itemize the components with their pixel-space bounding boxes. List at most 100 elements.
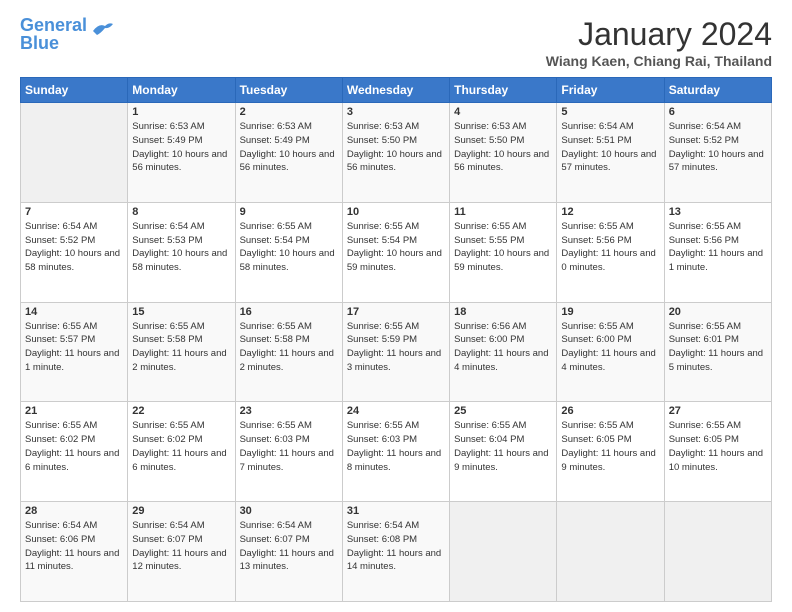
day-cell: 11Sunrise: 6:55 AMSunset: 5:55 PMDayligh… bbox=[450, 202, 557, 302]
sunrise-text: Sunrise: 6:55 AM bbox=[25, 321, 97, 332]
sunset-text: Sunset: 6:06 PM bbox=[25, 534, 95, 545]
sunset-text: Sunset: 5:54 PM bbox=[240, 235, 310, 246]
sunset-text: Sunset: 6:03 PM bbox=[240, 434, 310, 445]
day-cell: 15 Sunrise: 6:55 AM Sunset: 5:58 PM Dayligh… bbox=[128, 302, 235, 402]
header: GeneralBlue January 2024 Wiang Kaen, Chi… bbox=[20, 16, 772, 69]
day-number: 24 bbox=[347, 405, 445, 417]
day-cell: 30Sunrise: 6:54 AMSunset: 6:07 PMDayligh… bbox=[235, 502, 342, 602]
day-cell: 9Sunrise: 6:55 AMSunset: 5:54 PMDaylight… bbox=[235, 202, 342, 302]
sunset-text: Sunset: 6:08 PM bbox=[347, 534, 417, 545]
sunrise-text: Sunrise: 6:55 AM bbox=[454, 420, 526, 431]
day-number: 25 bbox=[454, 405, 552, 417]
day-number: 2 bbox=[240, 106, 338, 118]
day-number: 7 bbox=[25, 206, 123, 218]
sunset-text: Sunset: 5:52 PM bbox=[669, 135, 739, 146]
daylight-text: Daylight: 10 hours and 58 minutes. bbox=[25, 248, 120, 273]
day-cell: 24Sunrise: 6:55 AMSunset: 6:03 PMDayligh… bbox=[342, 402, 449, 502]
weekday-header-friday: Friday bbox=[557, 78, 664, 103]
sunset-text: Sunset: 5:52 PM bbox=[25, 235, 95, 246]
daylight-text: Daylight: 11 hours and 4 minutes. bbox=[561, 348, 655, 373]
daylight-text: Daylight: 10 hours and 56 minutes. bbox=[347, 149, 442, 174]
daylight-text: Daylight: 11 hours and 6 minutes. bbox=[25, 448, 119, 473]
sunrise-text: Sunrise: 6:53 AM bbox=[240, 121, 312, 132]
daylight-text: Daylight: 11 hours and 2 minutes. bbox=[240, 348, 334, 373]
day-number: 19 bbox=[561, 306, 659, 318]
day-cell: 10Sunrise: 6:55 AMSunset: 5:54 PMDayligh… bbox=[342, 202, 449, 302]
day-cell: 3Sunrise: 6:53 AMSunset: 5:50 PMDaylight… bbox=[342, 103, 449, 203]
sunrise-text: Sunrise: 6:55 AM bbox=[240, 420, 312, 431]
day-number: 15 bbox=[132, 306, 230, 318]
day-number: 4 bbox=[454, 106, 552, 118]
daylight-text: Daylight: 11 hours and 12 minutes. bbox=[132, 548, 226, 573]
daylight-text: Daylight: 11 hours and 1 minute. bbox=[25, 348, 119, 373]
day-cell: 28Sunrise: 6:54 AMSunset: 6:06 PMDayligh… bbox=[21, 502, 128, 602]
sunset-text: Sunset: 5:59 PM bbox=[347, 334, 417, 345]
daylight-text: Daylight: 10 hours and 56 minutes. bbox=[240, 149, 335, 174]
week-row-3: 14 Sunrise: 6:55 AM Sunset: 5:57 PM Dayligh… bbox=[21, 302, 772, 402]
day-cell bbox=[450, 502, 557, 602]
sunrise-text: Sunrise: 6:53 AM bbox=[347, 121, 419, 132]
sunrise-text: Sunrise: 6:55 AM bbox=[347, 221, 419, 232]
day-number: 28 bbox=[25, 505, 123, 517]
day-number: 30 bbox=[240, 505, 338, 517]
sunrise-text: Sunrise: 6:55 AM bbox=[561, 221, 633, 232]
sunset-text: Sunset: 5:58 PM bbox=[240, 334, 310, 345]
sunrise-text: Sunrise: 6:55 AM bbox=[240, 221, 312, 232]
weekday-header-sunday: Sunday bbox=[21, 78, 128, 103]
day-cell: 2 Sunrise: 6:53 AM Sunset: 5:49 PM Daylight… bbox=[235, 103, 342, 203]
daylight-text: Daylight: 10 hours and 59 minutes. bbox=[347, 248, 442, 273]
day-cell: 8Sunrise: 6:54 AMSunset: 5:53 PMDaylight… bbox=[128, 202, 235, 302]
day-cell: 1Sunrise: 6:53 AMSunset: 5:49 PMDaylight… bbox=[128, 103, 235, 203]
calendar-page: GeneralBlue January 2024 Wiang Kaen, Chi… bbox=[0, 0, 792, 612]
sunrise-text: Sunrise: 6:55 AM bbox=[132, 321, 204, 332]
daylight-text: Daylight: 11 hours and 2 minutes. bbox=[132, 348, 226, 373]
sunset-text: Sunset: 5:53 PM bbox=[132, 235, 202, 246]
week-row-5: 28 Sunrise: 6:54 AM Sunset: 6:06 PM Dayligh… bbox=[21, 502, 772, 602]
daylight-text: Daylight: 10 hours and 59 minutes. bbox=[454, 248, 549, 273]
sunset-text: Sunset: 6:03 PM bbox=[347, 434, 417, 445]
daylight-text: Daylight: 11 hours and 10 minutes. bbox=[669, 448, 763, 473]
day-cell: 13Sunrise: 6:55 AMSunset: 5:56 PMDayligh… bbox=[664, 202, 771, 302]
sunset-text: Sunset: 6:05 PM bbox=[561, 434, 631, 445]
sunset-text: Sunset: 6:00 PM bbox=[454, 334, 524, 345]
daylight-text: Daylight: 11 hours and 4 minutes. bbox=[454, 348, 548, 373]
day-cell: 23Sunrise: 6:55 AMSunset: 6:03 PMDayligh… bbox=[235, 402, 342, 502]
sunrise-text: Sunrise: 6:55 AM bbox=[347, 321, 419, 332]
weekday-header-thursday: Thursday bbox=[450, 78, 557, 103]
sunrise-text: Sunrise: 6:54 AM bbox=[25, 520, 97, 531]
sunset-text: Sunset: 5:57 PM bbox=[25, 334, 95, 345]
sunrise-text: Sunrise: 6:55 AM bbox=[132, 420, 204, 431]
day-cell: 7Sunrise: 6:54 AMSunset: 5:52 PMDaylight… bbox=[21, 202, 128, 302]
sunset-text: Sunset: 6:04 PM bbox=[454, 434, 524, 445]
day-cell: 6Sunrise: 6:54 AMSunset: 5:52 PMDaylight… bbox=[664, 103, 771, 203]
logo: GeneralBlue bbox=[20, 16, 113, 52]
daylight-text: Daylight: 10 hours and 56 minutes. bbox=[454, 149, 549, 174]
sunset-text: Sunset: 5:54 PM bbox=[347, 235, 417, 246]
daylight-text: Daylight: 11 hours and 9 minutes. bbox=[454, 448, 548, 473]
sunset-text: Sunset: 5:50 PM bbox=[347, 135, 417, 146]
sunset-text: Sunset: 5:56 PM bbox=[669, 235, 739, 246]
daylight-text: Daylight: 11 hours and 9 minutes. bbox=[561, 448, 655, 473]
sunset-text: Sunset: 6:01 PM bbox=[669, 334, 739, 345]
weekday-header-monday: Monday bbox=[128, 78, 235, 103]
sunset-text: Sunset: 6:00 PM bbox=[561, 334, 631, 345]
day-number: 27 bbox=[669, 405, 767, 417]
sunset-text: Sunset: 6:07 PM bbox=[132, 534, 202, 545]
weekday-header-tuesday: Tuesday bbox=[235, 78, 342, 103]
day-number: 13 bbox=[669, 206, 767, 218]
sunset-text: Sunset: 6:05 PM bbox=[669, 434, 739, 445]
daylight-text: Daylight: 11 hours and 5 minutes. bbox=[669, 348, 763, 373]
daylight-text: Daylight: 11 hours and 6 minutes. bbox=[132, 448, 226, 473]
day-number: 5 bbox=[561, 106, 659, 118]
sunrise-text: Sunrise: 6:53 AM bbox=[132, 121, 204, 132]
day-number: 29 bbox=[132, 505, 230, 517]
day-number: 18 bbox=[454, 306, 552, 318]
sunrise-text: Sunrise: 6:55 AM bbox=[347, 420, 419, 431]
sunrise-text: Sunrise: 6:55 AM bbox=[669, 321, 741, 332]
sunset-text: Sunset: 5:58 PM bbox=[132, 334, 202, 345]
day-number: 12 bbox=[561, 206, 659, 218]
day-cell: 18Sunrise: 6:56 AMSunset: 6:00 PMDayligh… bbox=[450, 302, 557, 402]
sunrise-text: Sunrise: 6:53 AM bbox=[454, 121, 526, 132]
sunset-text: Sunset: 5:49 PM bbox=[240, 135, 310, 146]
day-number: 14 bbox=[25, 306, 123, 318]
